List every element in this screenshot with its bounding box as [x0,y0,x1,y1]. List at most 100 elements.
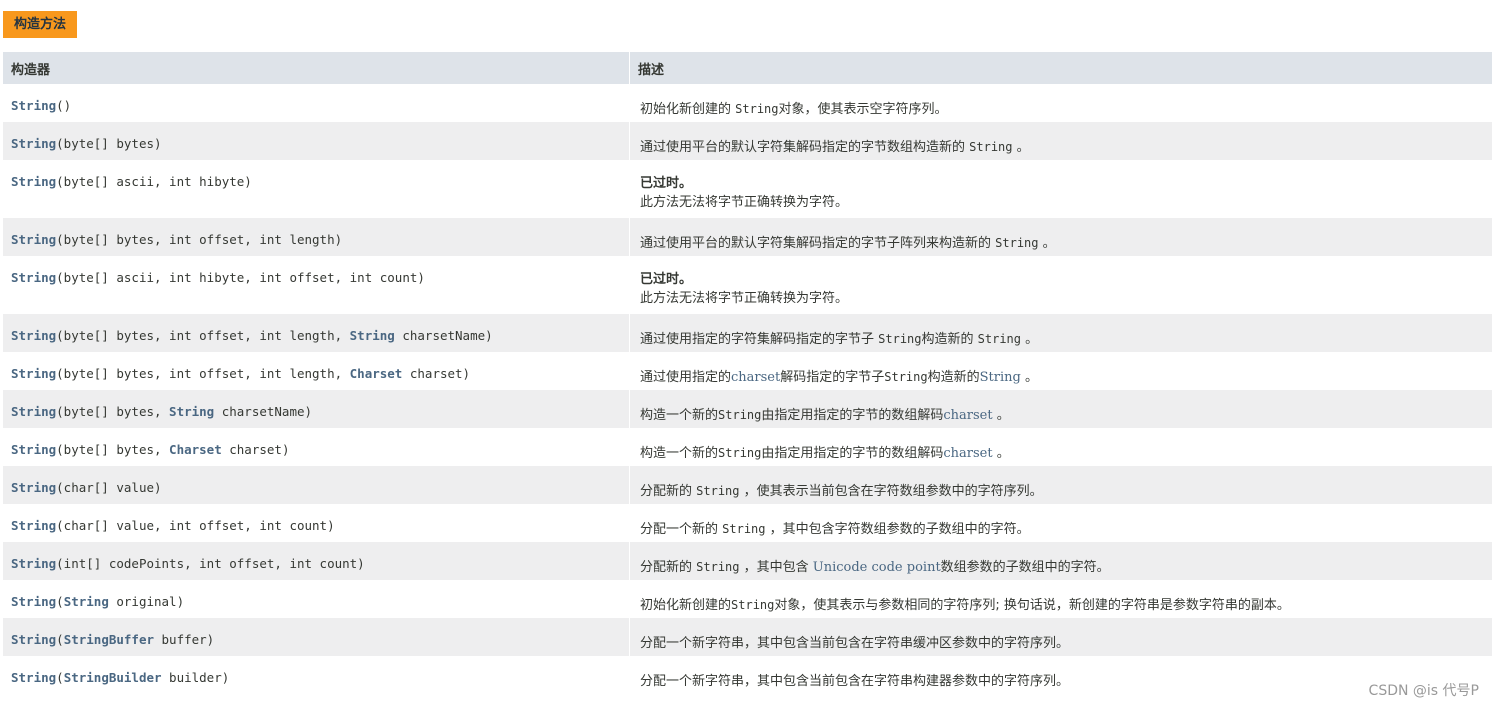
type-link[interactable]: String [11,518,56,533]
description-fragment: 分配一个新字符串，其中包含当前包含在字符串构建器参数中的字符序列。 [640,674,1070,689]
constructor-signature: String(StringBuilder builder) [3,656,630,694]
description-text: 此方法无法将字节正确转换为字符。 [640,291,848,306]
type-link[interactable]: String [11,232,56,247]
type-link[interactable]: String [350,328,395,343]
description-text: 分配一个新的 String ，其中包含字符数组参数的子数组中的字符。 [640,522,1030,537]
constructor-description: 分配一个新字符串，其中包含当前包含在字符串缓冲区参数中的字符序列。 [630,618,1493,656]
description-text: 分配一个新字符串，其中包含当前包含在字符串构建器参数中的字符序列。 [640,674,1069,689]
signature-code: String(byte[] ascii, int hibyte) [11,174,252,189]
inline-code: String [696,560,740,574]
constructor-summary-table: 构造器 描述 String() 初始化新创建的 String对象，使其表示空字符序… [3,52,1493,694]
description-link[interactable]: String [980,370,1021,385]
type-link[interactable]: String [11,98,56,113]
description-fragment: 构造新的 [927,370,980,385]
description-link[interactable]: charset [731,370,780,385]
table-row: String(byte[] ascii, int hibyte) 已过时。 此方法无… [3,160,1493,218]
constructor-signature: String(int[] codePoints, int offset, int… [3,542,630,580]
type-link[interactable]: String [11,594,56,609]
description-link[interactable]: charset [943,446,992,461]
description-fragment: 。 [992,408,1010,423]
type-link[interactable]: String [169,404,214,419]
constructor-signature: String(String original) [3,580,630,618]
description-fragment: 分配一个新的 [640,522,723,537]
constructor-description: 分配一个新字符串，其中包含当前包含在字符串构建器参数中的字符序列。 [630,656,1493,694]
description-fragment: 分配一个新字符串，其中包含当前包含在字符串缓冲区参数中的字符序列。 [640,636,1070,651]
description-link[interactable]: Unicode code point [813,560,941,575]
description-text: 构造一个新的String由指定用指定的字节的数组解码charset 。 [640,408,1010,423]
column-header-description: 描述 [630,52,1493,84]
type-link[interactable]: String [11,270,56,285]
description-text: 通过使用指定的charset解码指定的字节子String构造新的String 。 [640,370,1038,385]
table-row: String(int[] codePoints, int offset, int… [3,542,1493,580]
watermark: CSDN @is 代号P [1368,683,1479,699]
description-fragment: ，其中包含 [739,560,813,575]
table-row: String(byte[] bytes) 通过使用平台的默认字符集解码指定的字节数… [3,122,1493,160]
signature-text: ( [56,632,64,647]
table-row: String(byte[] bytes, String charsetName)… [3,390,1493,428]
type-link[interactable]: String [11,136,56,151]
type-link[interactable]: String [11,404,56,419]
description-fragment: 。 [1020,370,1038,385]
constructor-signature: String(byte[] bytes, String charsetName) [3,390,630,428]
inline-code: String [884,370,928,384]
type-link[interactable]: String [11,632,56,647]
constructor-description: 已过时。 此方法无法将字节正确转换为字符。 [630,256,1493,314]
inline-code: String [722,522,766,536]
type-link[interactable]: String [11,670,56,685]
table-row: String(String original) 初始化新创建的String对象，使… [3,580,1493,618]
constructor-description: 构造一个新的String由指定用指定的字节的数组解码charset 。 [630,390,1493,428]
type-link[interactable]: Charset [169,442,222,457]
description-fragment: 由指定用指定的字节的数组解码 [761,408,944,423]
signature-code: String(byte[] bytes, String charsetName) [11,404,312,419]
signature-code: String(char[] value, int offset, int cou… [11,518,335,533]
description-fragment: 初始化新创建的 [640,598,732,613]
description-text: 通过使用平台的默认字符集解码指定的字节数组构造新的 String 。 [640,140,1030,155]
table-row: String(byte[] bytes, int offset, int len… [3,314,1493,352]
description-fragment: 。 [1021,332,1039,347]
type-link[interactable]: String [11,442,56,457]
signature-text: (byte[] bytes, int offset, int length, [56,366,350,381]
description-fragment: 。 [992,446,1010,461]
type-link[interactable]: StringBuilder [64,670,162,685]
inline-code: String [735,102,779,116]
constructor-signature: String(StringBuffer buffer) [3,618,630,656]
type-link[interactable]: String [11,328,56,343]
description-fragment: 构造新的 [921,332,978,347]
description-text: 此方法无法将字节正确转换为字符。 [640,195,848,210]
constructor-signature: String(byte[] bytes, int offset, int len… [3,314,630,352]
type-link[interactable]: String [11,174,56,189]
table-row: String(char[] value, int offset, int cou… [3,504,1493,542]
description-text: 通过使用平台的默认字符集解码指定的字节子阵列来构造新的 String 。 [640,236,1056,251]
table-row: String(byte[] ascii, int hibyte, int off… [3,256,1493,314]
inline-code: String [718,408,762,422]
description-link[interactable]: charset [943,408,992,423]
signature-code: String(StringBuffer buffer) [11,632,214,647]
signature-text: (byte[] ascii, int hibyte, int offset, i… [56,270,425,285]
type-link[interactable]: String [11,480,56,495]
signature-text: (char[] value) [56,480,162,495]
description-text: 通过使用指定的字符集解码指定的字节子 String构造新的 String 。 [640,332,1038,347]
type-link[interactable]: String [64,594,109,609]
constructor-description: 已过时。 此方法无法将字节正确转换为字符。 [630,160,1493,218]
signature-text: (byte[] bytes, int offset, int length) [56,232,343,247]
type-link[interactable]: Charset [350,366,403,381]
signature-text: buffer) [154,632,215,647]
description-fragment: 分配新的 [640,484,697,499]
description-text: 分配新的 String ，使其表示当前包含在字符数组参数中的字符序列。 [640,484,1043,499]
signature-code: String(int[] codePoints, int offset, int… [11,556,365,571]
description-fragment: 。 [1038,236,1056,251]
type-link[interactable]: String [11,556,56,571]
signature-text: charset) [221,442,290,457]
description-fragment: 此方法无法将字节正确转换为字符。 [640,291,849,306]
signature-code: String(byte[] bytes, int offset, int len… [11,232,342,247]
signature-code: String(byte[] bytes) [11,136,162,151]
column-header-constructor: 构造器 [3,52,630,84]
description-text: 构造一个新的String由指定用指定的字节的数组解码charset 。 [640,446,1010,461]
inline-code: String [696,484,740,498]
signature-text: ( [56,670,64,685]
tab-constructors[interactable]: 构造方法 [3,11,78,38]
constructor-signature: String() [3,84,630,122]
type-link[interactable]: StringBuffer [64,632,154,647]
description-text: 分配新的 String ，其中包含 Unicode code point数组参数… [640,560,1110,575]
type-link[interactable]: String [11,366,56,381]
